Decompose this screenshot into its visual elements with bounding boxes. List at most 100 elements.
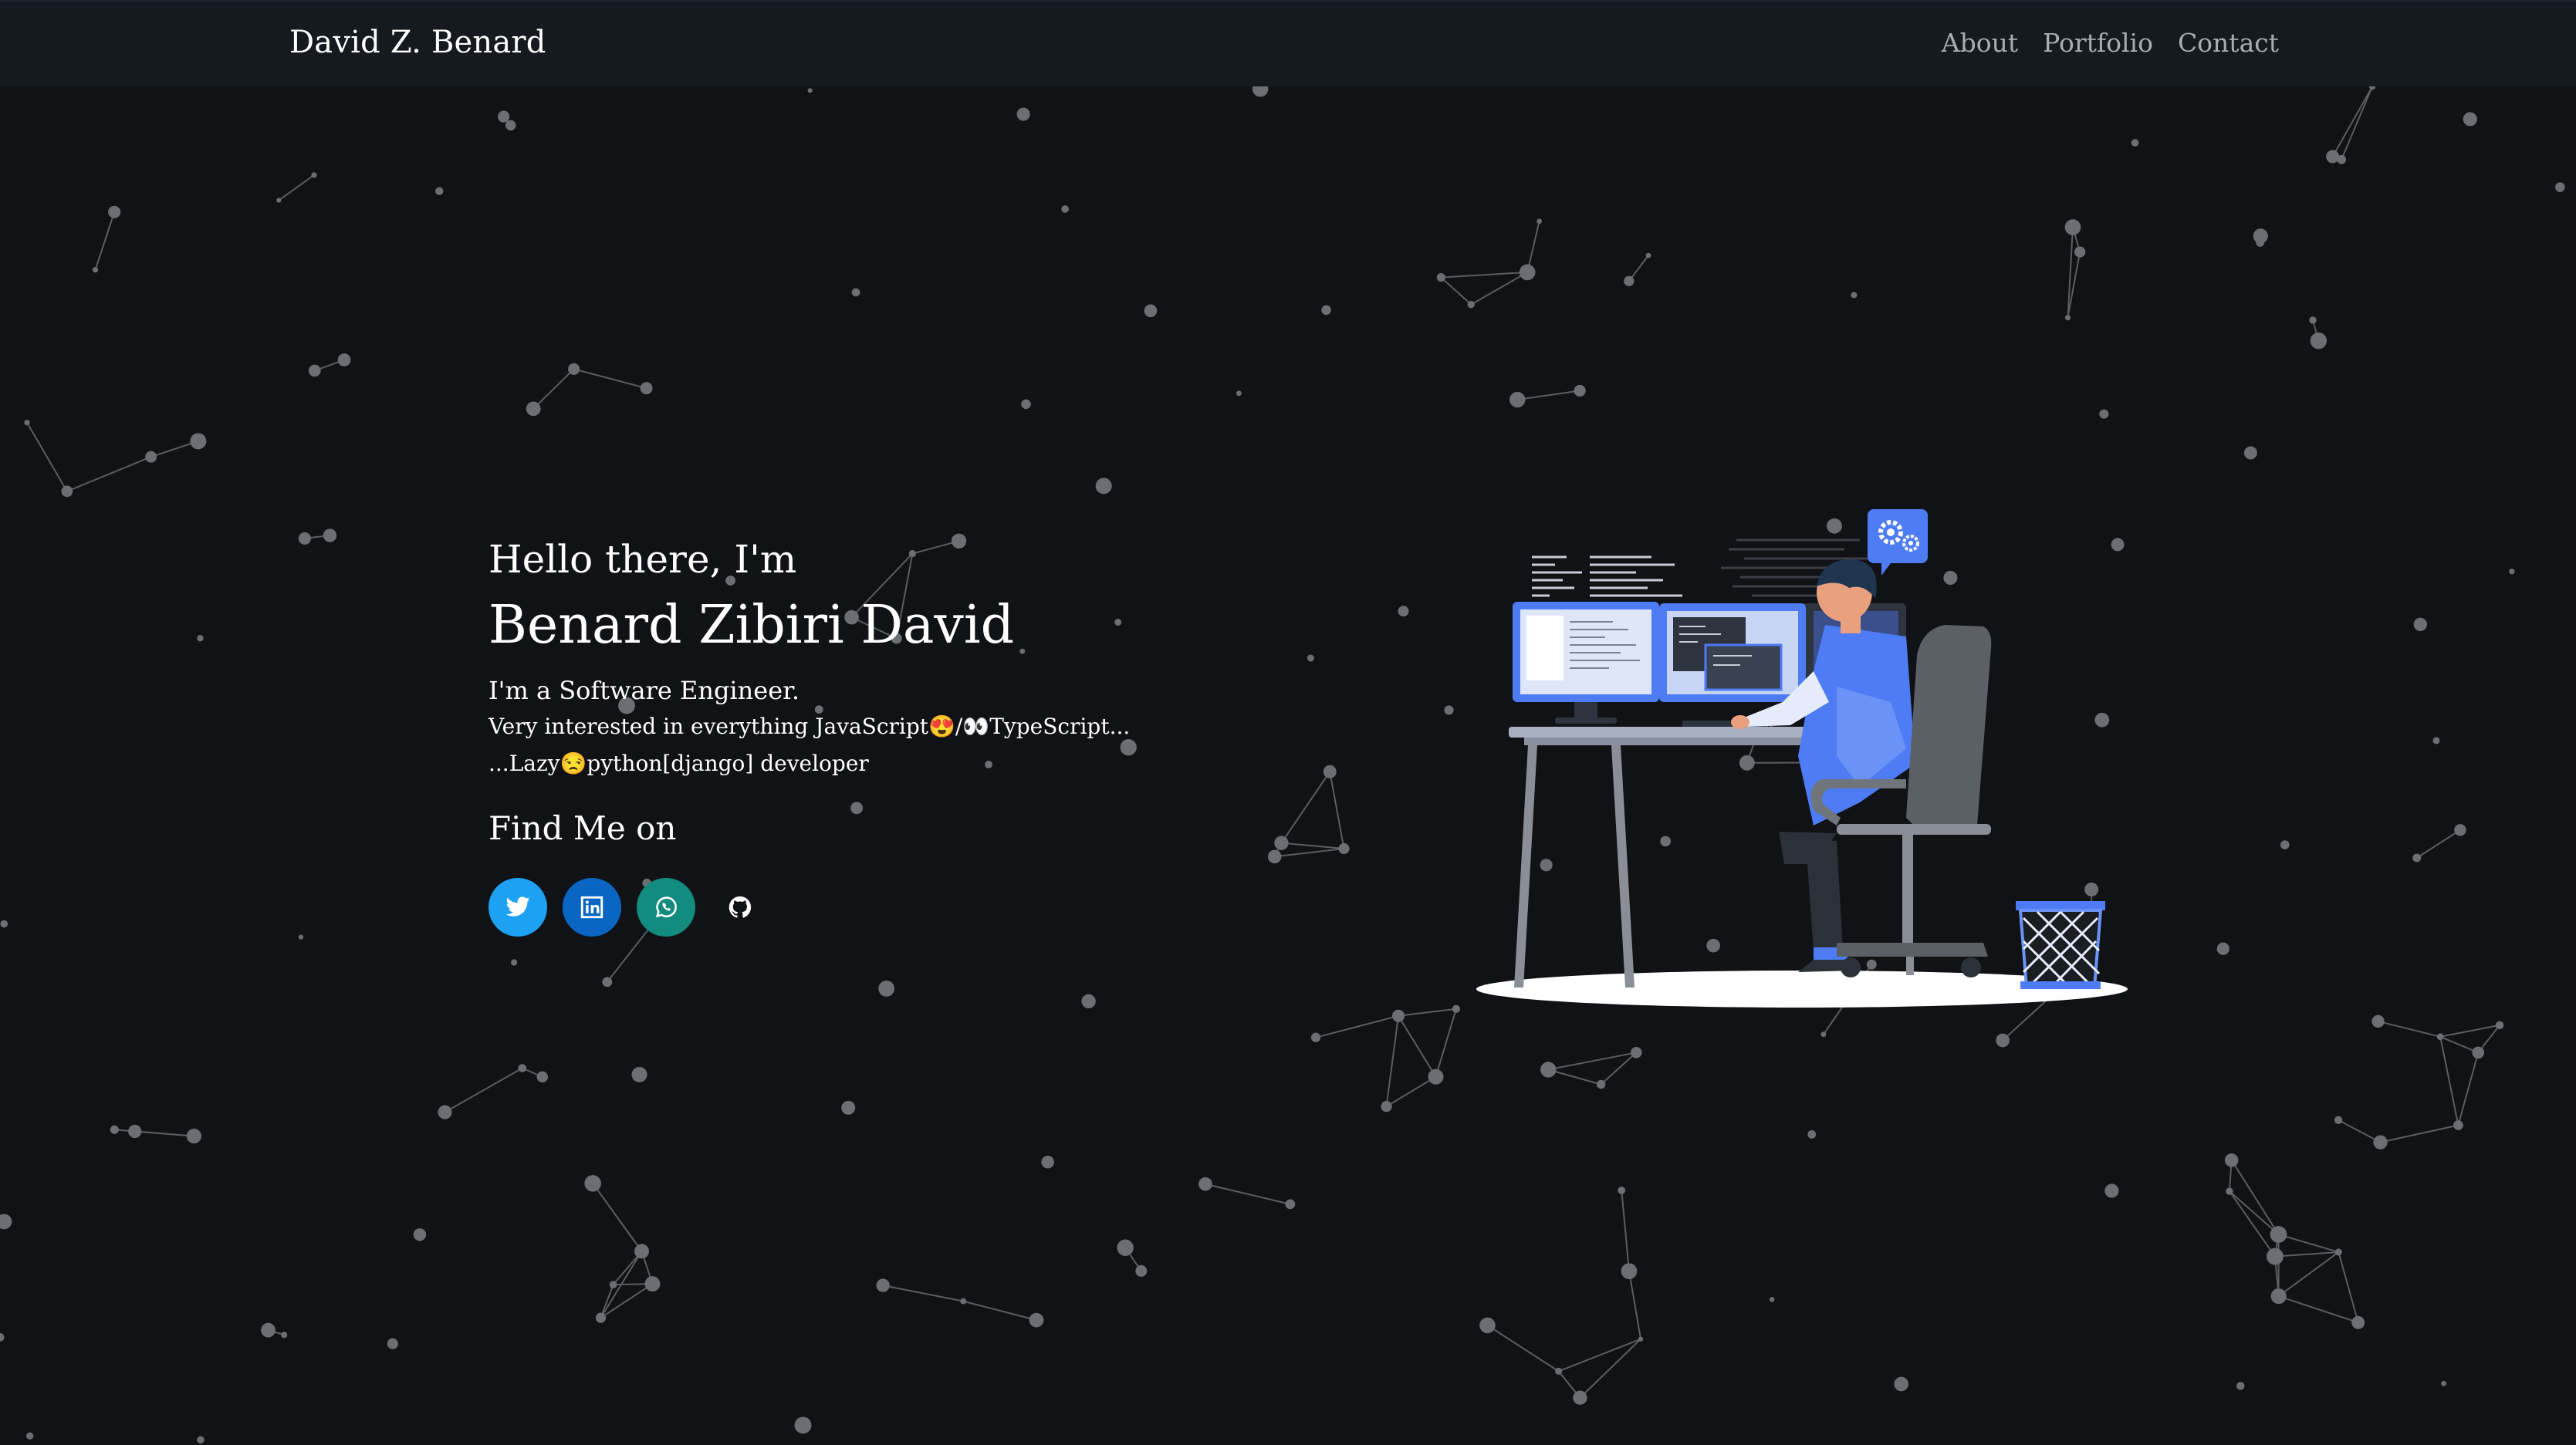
- particle-dot: [1021, 399, 1031, 410]
- particle-dot: [2226, 1187, 2233, 1195]
- particle-link: [1441, 271, 1528, 279]
- code-lines-decoration: [1532, 555, 1682, 597]
- hero-description-line-2: ...Lazy😒python[django] developer: [488, 751, 869, 776]
- particle-dot: [438, 1105, 452, 1119]
- particle-dot: [2432, 737, 2440, 744]
- particle-dot: [1894, 1376, 1909, 1392]
- particle-dot: [584, 1175, 601, 1192]
- particle-link: [962, 1300, 1037, 1322]
- particle-dot: [276, 198, 282, 203]
- particle-dot: [1452, 1004, 1461, 1013]
- particle-dot: [1307, 654, 1314, 662]
- particle-dot: [1338, 842, 1350, 855]
- particle-link: [66, 456, 152, 492]
- particle-dot: [2216, 942, 2229, 955]
- nav-link-about[interactable]: About: [1942, 28, 2018, 58]
- brand-link[interactable]: David Z. Benard: [289, 25, 546, 60]
- particle-link: [1470, 272, 1528, 306]
- particle-dot: [197, 634, 204, 642]
- particle-dot: [1398, 606, 1409, 617]
- nav-link-contact[interactable]: Contact: [2178, 28, 2279, 58]
- particle-link: [1517, 390, 1580, 401]
- particle-dot: [1029, 1312, 1044, 1328]
- particle-dot: [631, 1066, 647, 1082]
- particle-link: [2230, 1160, 2280, 1235]
- page: David Z. Benard About Portfolio Contact …: [0, 0, 2576, 1445]
- particle-link: [532, 368, 575, 410]
- particle-dot: [1509, 391, 1526, 408]
- particle-dot: [2334, 1248, 2342, 1256]
- particle-link: [2278, 1251, 2339, 1297]
- particle-link: [26, 422, 68, 492]
- particle-dot: [1638, 1336, 1644, 1342]
- particle-link: [1600, 1052, 1637, 1085]
- particle-background: [0, 80, 2565, 1444]
- particle-dot: [1117, 1239, 1134, 1256]
- particle-link: [2439, 1035, 2479, 1054]
- particle-dot: [1807, 1130, 1817, 1139]
- particle-link: [1315, 1015, 1399, 1038]
- monitor-left: [1513, 602, 1659, 724]
- particle-link: [1558, 1338, 1641, 1372]
- particle-dot: [1267, 849, 1282, 864]
- particle-link: [278, 174, 315, 201]
- particle-dot: [1645, 252, 1651, 258]
- particle-dot: [308, 364, 321, 377]
- particle-dot: [145, 451, 157, 463]
- particle-link: [2457, 1052, 2480, 1126]
- particle-dot: [110, 1125, 119, 1134]
- particle-dot: [2224, 1153, 2239, 1167]
- particle-dot: [1618, 1187, 1626, 1194]
- monitor-middle: [1659, 603, 1806, 702]
- particle-dot: [794, 1416, 812, 1434]
- particle-dot: [26, 1432, 34, 1440]
- nav-link-portfolio[interactable]: Portfolio: [2043, 28, 2153, 58]
- particle-link: [2341, 86, 2373, 160]
- particle-link: [2439, 1036, 2459, 1126]
- particle-dot: [2064, 315, 2071, 321]
- hero-description-line-1: Very interested in everything JavaScript…: [488, 714, 1131, 739]
- linkedin-link[interactable]: [563, 878, 621, 937]
- particle-link: [1486, 1325, 1560, 1372]
- whatsapp-link[interactable]: [637, 878, 695, 937]
- hero-section: Hello there, I'm Benard Zibiri David I'm…: [488, 532, 1130, 937]
- particle-dot: [387, 1338, 398, 1349]
- twitter-link[interactable]: [488, 878, 547, 937]
- particle-dot: [2495, 1021, 2504, 1030]
- particle-dot: [2412, 853, 2422, 863]
- wastebasket: [2016, 901, 2105, 989]
- particle-link: [573, 368, 647, 390]
- particle-dot: [1016, 107, 1030, 121]
- particle-link: [2278, 1234, 2339, 1253]
- particle-dot: [261, 1322, 276, 1338]
- particle-link: [1385, 1015, 1400, 1107]
- particle-dot: [435, 187, 444, 195]
- particle-dot: [1519, 264, 1536, 281]
- particle-link: [1205, 1183, 1291, 1205]
- particle-dot: [1061, 205, 1070, 213]
- particle-dot: [0, 920, 8, 928]
- hero-tagline: I'm a Software Engineer.: [488, 676, 800, 705]
- particle-dot: [2064, 219, 2081, 235]
- particle-dot: [1540, 1062, 1557, 1078]
- particle-dot: [337, 353, 351, 366]
- particle-dot: [2472, 1046, 2485, 1059]
- particle-dot: [1198, 1177, 1212, 1191]
- particle-dot: [1041, 1155, 1054, 1169]
- particle-dot: [1428, 1069, 1444, 1085]
- gear-icon: [1868, 509, 1928, 576]
- particle-dot: [2373, 1135, 2388, 1150]
- particle-dot: [960, 1298, 967, 1305]
- particle-link: [2416, 829, 2461, 859]
- github-link[interactable]: [711, 878, 769, 937]
- particle-dot: [876, 1278, 890, 1292]
- navbar: David Z. Benard About Portfolio Contact: [0, 0, 2576, 86]
- particle-dot: [634, 1244, 650, 1259]
- particle-dot: [2371, 1015, 2385, 1028]
- particle-dot: [2243, 446, 2257, 460]
- hero-greeting: Hello there, I'm: [488, 537, 797, 582]
- particle-dot: [2256, 238, 2265, 247]
- particle-dot: [2131, 139, 2139, 147]
- particle-dot: [2453, 1120, 2463, 1130]
- particle-dot: [1769, 1297, 1775, 1302]
